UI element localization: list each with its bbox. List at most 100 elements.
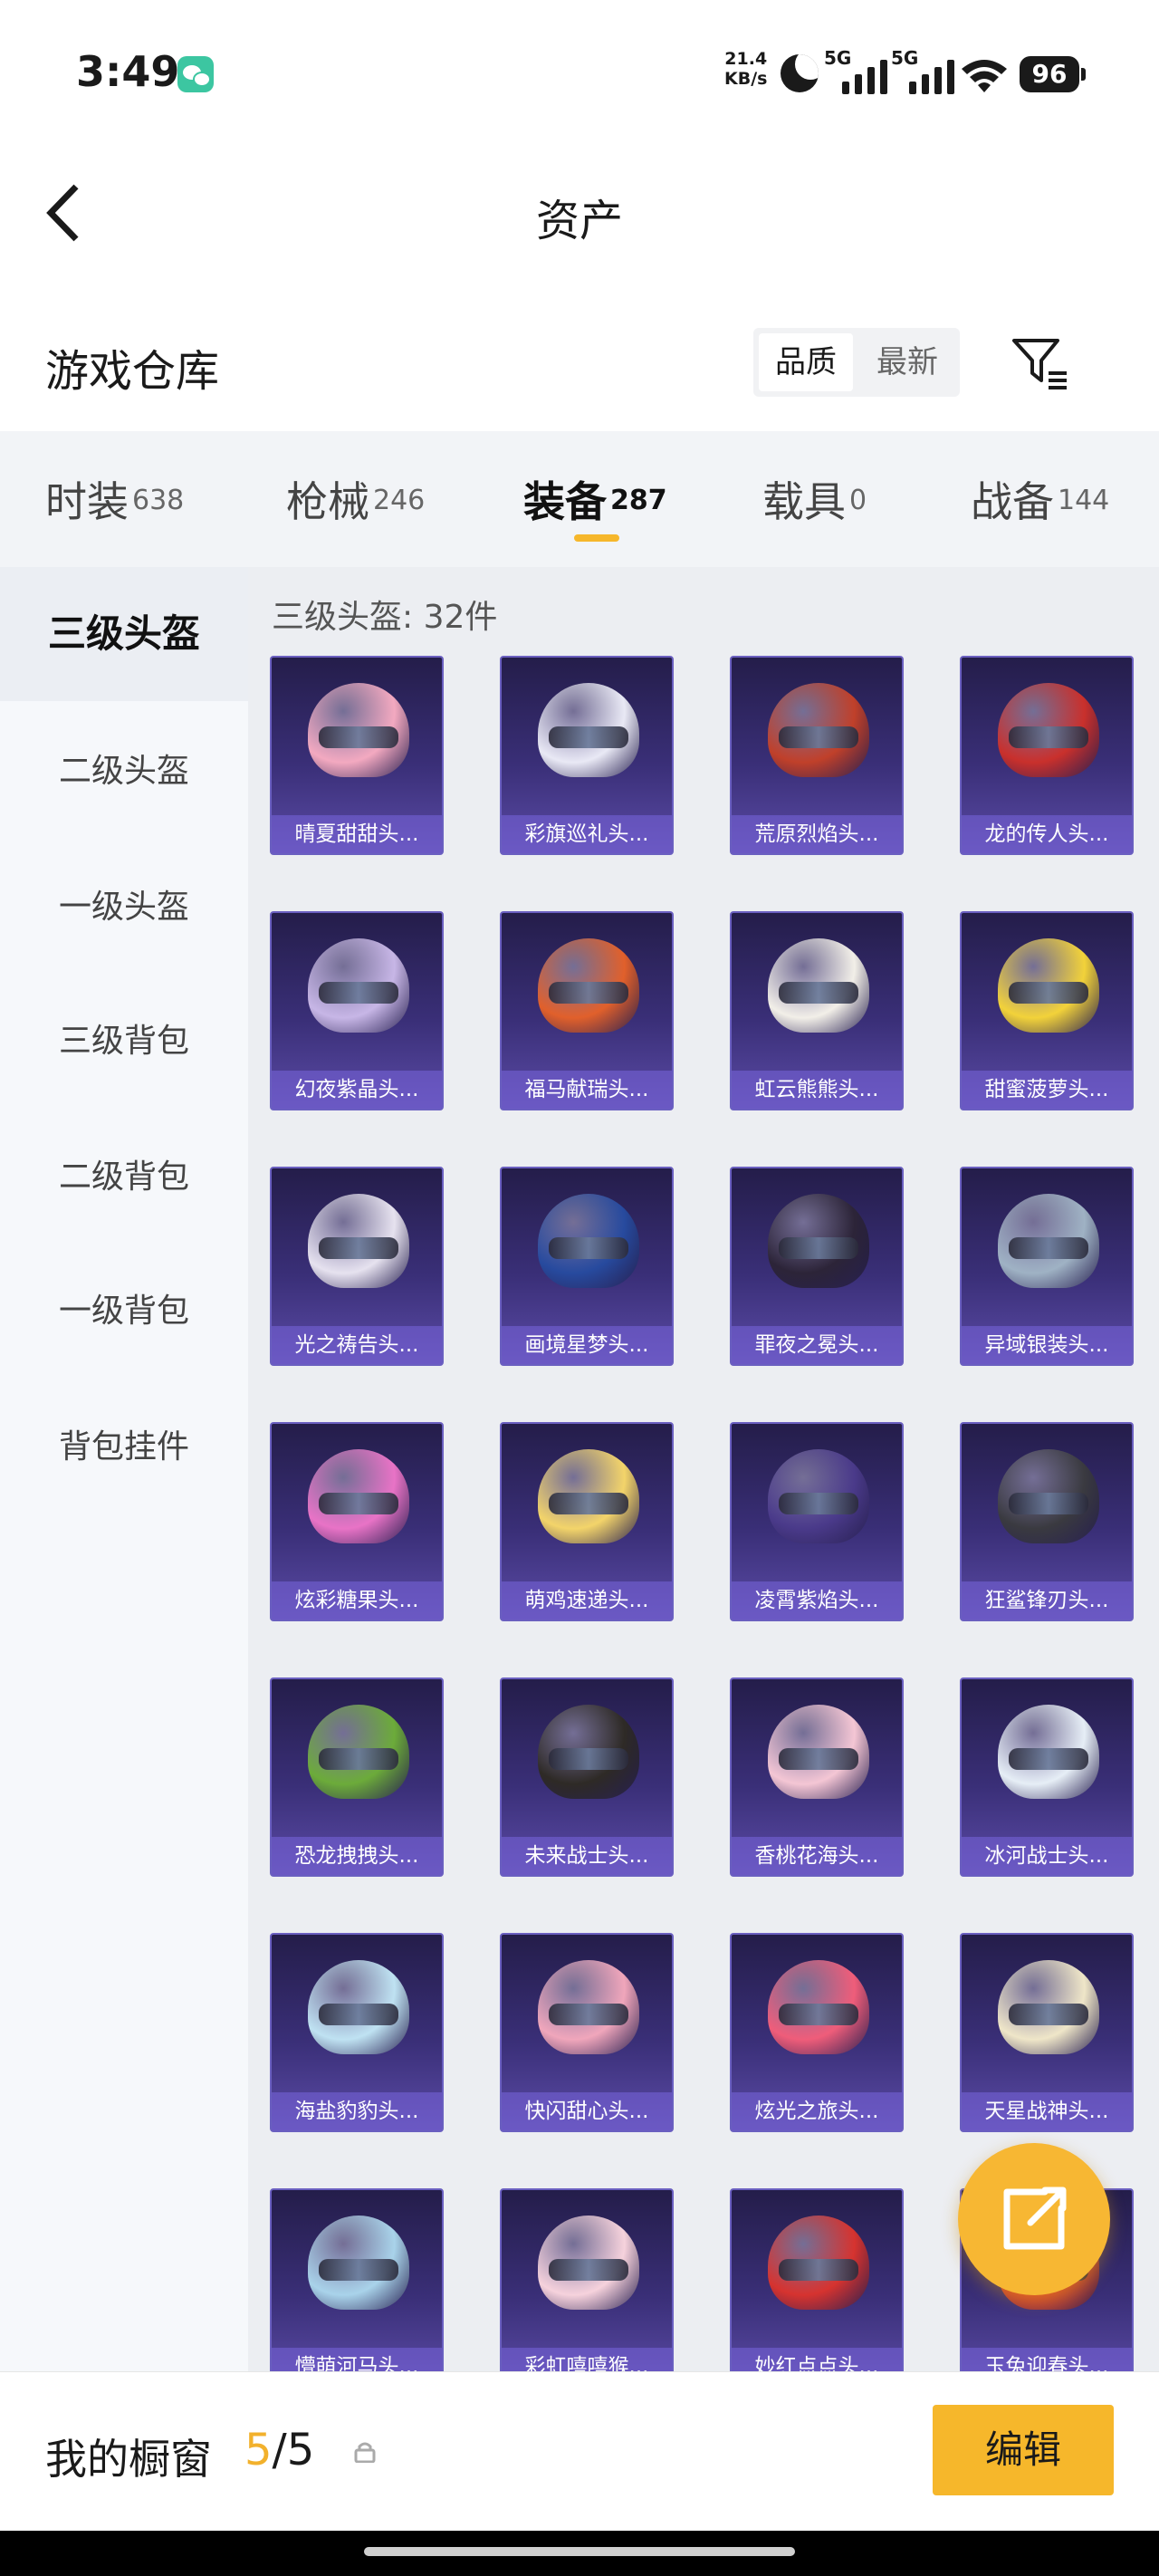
item-name: 恐龙拽拽头... [272, 1837, 442, 1875]
helmet-visor [549, 1237, 628, 1259]
item-name: 萌鸡速递头... [502, 1581, 672, 1620]
helmet-visor [1009, 1493, 1088, 1514]
item-name: 彩虹嘻嘻猴... [502, 2348, 672, 2371]
item-card[interactable]: 炫光之旅头... [730, 1933, 904, 2132]
helmet-visor [779, 2004, 858, 2025]
tab-vehicles[interactable]: 载具 0 [762, 469, 867, 529]
item-name: 甜蜜菠萝头... [962, 1071, 1132, 1109]
item-card[interactable]: 炫彩糖果头... [270, 1422, 444, 1621]
item-card[interactable]: 彩旗巡礼头... [500, 656, 674, 855]
item-card[interactable]: 晴夏甜甜头... [270, 656, 444, 855]
sort-quality-button[interactable]: 品质 [759, 333, 853, 391]
warehouse-title: 游戏仓库 [45, 346, 220, 397]
item-card[interactable]: 天星战神头... [960, 1933, 1134, 2132]
item-card[interactable]: 幻夜紫晶头... [270, 911, 444, 1110]
tab-count: 638 [132, 485, 185, 517]
sidebar-item-level2-helmet[interactable]: 二级头盔 [0, 745, 248, 792]
tab-count: 246 [373, 485, 426, 517]
helmet-visor [319, 2004, 398, 2025]
item-name: 幻夜紫晶头... [272, 1071, 442, 1109]
tab-count: 144 [1058, 485, 1110, 517]
category-tabs: 时装 638 枪械 246 装备 287 载具 0 战备 144 [0, 431, 1159, 567]
item-name: 凌霄紫焰头... [732, 1581, 902, 1620]
showcase-count-total: /5 [272, 2425, 315, 2475]
helmet-visor [779, 982, 858, 1004]
item-card[interactable]: 画境星梦头... [500, 1167, 674, 1366]
helmet-visor [549, 2004, 628, 2025]
item-card[interactable]: 香桃花海头... [730, 1677, 904, 1877]
item-name: 异域银装头... [962, 1326, 1132, 1364]
tab-equipment[interactable]: 装备 287 [523, 469, 667, 529]
item-name: 妙红点点头... [732, 2348, 902, 2371]
tab-label: 战备 [971, 477, 1054, 526]
network-type-label: 5G [824, 47, 852, 69]
item-card[interactable]: 未来战士头... [500, 1677, 674, 1877]
home-indicator[interactable] [364, 2547, 795, 2556]
showcase-count-current: 5 [244, 2425, 273, 2475]
sidebar-item-backpack-pendant[interactable]: 背包挂件 [0, 1420, 248, 1467]
item-card[interactable]: 荒原烈焰头... [730, 656, 904, 855]
helmet-visor [319, 1493, 398, 1514]
wechat-notification-icon [177, 56, 214, 92]
tab-guns[interactable]: 枪械 246 [286, 469, 425, 529]
lock-icon [354, 2442, 376, 2463]
sidebar-item-level1-backpack[interactable]: 一级背包 [0, 1284, 248, 1331]
network-type-label: 5G [891, 47, 919, 69]
item-card[interactable]: 异域银装头... [960, 1167, 1134, 1366]
sort-newest-button[interactable]: 最新 [860, 333, 954, 391]
helmet-visor [319, 2259, 398, 2281]
helmet-visor [1009, 726, 1088, 748]
grid-heading: 三级头盔: 32件 [272, 599, 498, 636]
showcase-bar: 我的橱窗 5/5 编辑 [0, 2371, 1159, 2532]
network-speed: 21.4 KB/s [724, 49, 767, 89]
helmet-visor [549, 982, 628, 1004]
item-card[interactable]: 甜蜜菠萝头... [960, 911, 1134, 1110]
helmet-visor [779, 1748, 858, 1770]
item-card[interactable]: 彩虹嘻嘻猴... [500, 2188, 674, 2371]
item-card[interactable]: 萌鸡速递头... [500, 1422, 674, 1621]
sidebar-item-level1-helmet[interactable]: 一级头盔 [0, 880, 248, 928]
item-card[interactable]: 凌霄紫焰头... [730, 1422, 904, 1621]
item-card[interactable]: 龙的传人头... [960, 656, 1134, 855]
item-card[interactable]: 狂鲨锋刃头... [960, 1422, 1134, 1621]
item-card[interactable]: 妙红点点头... [730, 2188, 904, 2371]
sidebar-item-level3-helmet[interactable]: 三级头盔 [0, 567, 248, 701]
item-name: 快闪甜心头... [502, 2092, 672, 2130]
item-card[interactable]: 海盐豹豹头... [270, 1933, 444, 2132]
item-card[interactable]: 虹云熊熊头... [730, 911, 904, 1110]
item-card[interactable]: 快闪甜心头... [500, 1933, 674, 2132]
helmet-visor [1009, 1237, 1088, 1259]
item-grid-area: 三级头盔: 32件 晴夏甜甜头... 彩旗巡礼头... 荒原烈焰头... 龙的传人头.… [248, 567, 1159, 2371]
active-tab-indicator [574, 534, 619, 542]
item-name: 懵萌河马头... [272, 2348, 442, 2371]
tab-fashion[interactable]: 时装 638 [45, 469, 184, 529]
tab-label: 装备 [523, 477, 607, 526]
item-name: 光之祷告头... [272, 1326, 442, 1364]
helmet-visor [1009, 1748, 1088, 1770]
item-card[interactable]: 恐龙拽拽头... [270, 1677, 444, 1877]
item-card[interactable]: 懵萌河马头... [270, 2188, 444, 2371]
item-name: 未来战士头... [502, 1837, 672, 1875]
item-card[interactable]: 光之祷告头... [270, 1167, 444, 1366]
helmet-visor [779, 1493, 858, 1514]
share-button[interactable] [958, 2143, 1110, 2295]
filter-icon[interactable] [1011, 335, 1068, 389]
item-name: 炫光之旅头... [732, 2092, 902, 2130]
tab-count: 287 [610, 485, 667, 517]
item-card[interactable]: 冰河战士头... [960, 1677, 1134, 1877]
sidebar-item-level2-backpack[interactable]: 二级背包 [0, 1150, 248, 1197]
edit-button[interactable]: 编辑 [933, 2405, 1114, 2495]
item-name: 福马献瑞头... [502, 1071, 672, 1109]
tab-label: 时装 [45, 477, 129, 526]
item-name: 炫彩糖果头... [272, 1581, 442, 1620]
helmet-visor [549, 1748, 628, 1770]
item-name: 画境星梦头... [502, 1326, 672, 1364]
status-bar: 3:49 21.4 KB/s 5G 5G 96 [0, 0, 1159, 145]
helmet-visor [779, 1237, 858, 1259]
helmet-visor [1009, 982, 1088, 1004]
sidebar-item-level3-backpack[interactable]: 三级背包 [0, 1014, 248, 1062]
item-card[interactable]: 罪夜之冕头... [730, 1167, 904, 1366]
item-name: 虹云熊熊头... [732, 1071, 902, 1109]
item-card[interactable]: 福马献瑞头... [500, 911, 674, 1110]
tab-battle-gear[interactable]: 战备 144 [971, 469, 1109, 529]
